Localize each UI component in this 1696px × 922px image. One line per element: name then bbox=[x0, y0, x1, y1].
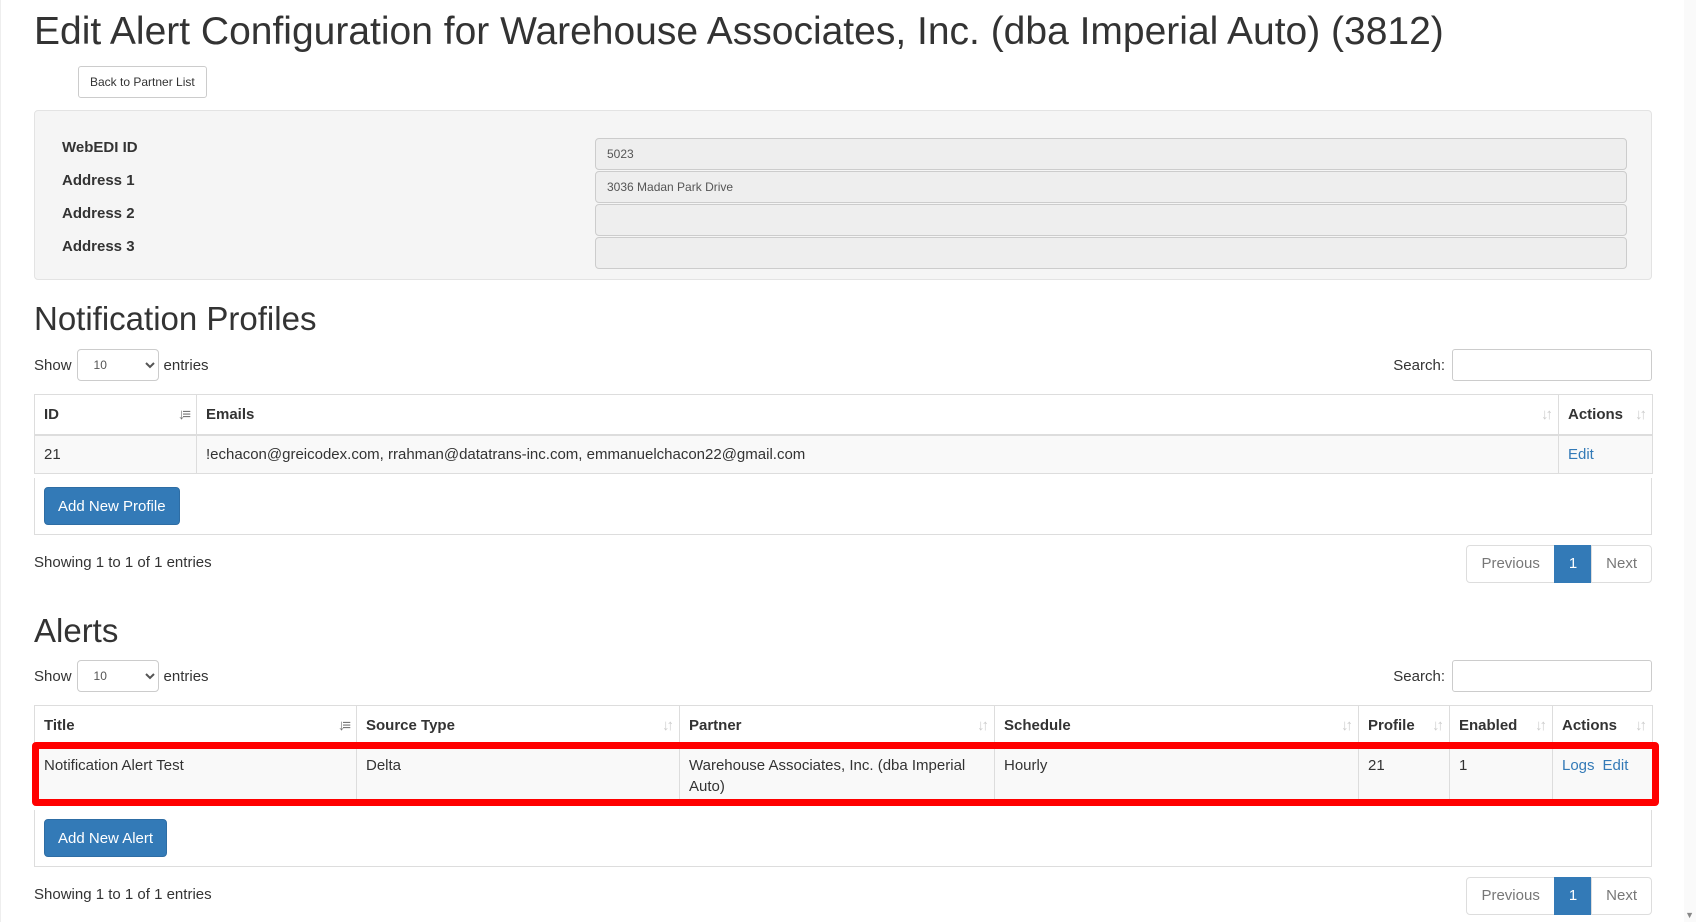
profiles-heading: Notification Profiles bbox=[34, 300, 317, 337]
sort-amount-down-icon: ↓≡ bbox=[177, 406, 191, 423]
sort-both-icon: ↓↑ bbox=[1341, 717, 1353, 734]
alerts-heading: Alerts bbox=[34, 612, 119, 649]
edit-alert-link[interactable]: Edit bbox=[1603, 757, 1629, 774]
table-row: 21 !echacon@greicodex.com, rrahman@datat… bbox=[34, 434, 1653, 474]
add-new-profile-button[interactable]: Add New Profile bbox=[44, 487, 180, 525]
sort-both-icon: ↓↑ bbox=[1432, 717, 1444, 734]
back-to-partner-list-button[interactable]: Back to Partner List bbox=[78, 66, 207, 98]
column-header-profile[interactable]: Profile ↓↑ bbox=[1358, 705, 1450, 747]
profiles-next-button[interactable]: Next bbox=[1591, 545, 1652, 583]
alerts-show-label: Show bbox=[34, 667, 72, 685]
profiles-table-info: Showing 1 to 1 of 1 entries bbox=[34, 554, 212, 571]
page-title: Edit Alert Configuration for Warehouse A… bbox=[34, 10, 1444, 53]
alerts-search: Search: bbox=[1393, 660, 1652, 692]
alerts-pagination: Previous 1 Next bbox=[1466, 877, 1652, 915]
alerts-table-info: Showing 1 to 1 of 1 entries bbox=[34, 886, 212, 903]
alerts-table: Title ↓≡ Source Type ↓↑ Partner ↓↑ Schedule… bbox=[34, 705, 1653, 806]
profiles-page-length-select[interactable]: 10 bbox=[76, 349, 159, 381]
alerts-entries-label: entries bbox=[163, 667, 209, 685]
profile-actions-cell: Edit bbox=[1558, 434, 1653, 474]
alert-enabled-cell: 1 bbox=[1449, 745, 1553, 806]
sort-both-icon: ↓↑ bbox=[662, 717, 674, 734]
profile-id-cell: 21 bbox=[34, 434, 197, 474]
profiles-search-input[interactable] bbox=[1452, 349, 1652, 381]
alert-title-cell: Notification Alert Test bbox=[34, 745, 357, 806]
sort-both-icon: ↓↑ bbox=[1535, 717, 1547, 734]
alert-schedule-cell: Hourly bbox=[994, 745, 1359, 806]
profiles-length-control: Show 10 entries bbox=[34, 349, 209, 381]
column-header-title[interactable]: Title ↓≡ bbox=[34, 705, 357, 747]
sort-both-icon: ↓↑ bbox=[977, 717, 989, 734]
alerts-page-length-select[interactable]: 10 bbox=[76, 660, 159, 692]
profile-emails-cell: !echacon@greicodex.com, rrahman@datatran… bbox=[196, 434, 1559, 474]
alerts-search-input[interactable] bbox=[1452, 660, 1652, 692]
address3-field bbox=[595, 237, 1627, 269]
column-header-source-type[interactable]: Source Type ↓↑ bbox=[356, 705, 680, 747]
add-new-alert-button[interactable]: Add New Alert bbox=[44, 819, 168, 857]
vertical-scrollbar[interactable]: ▼ bbox=[1684, 0, 1696, 922]
address2-field bbox=[595, 204, 1627, 236]
alerts-length-control: Show 10 entries bbox=[34, 660, 209, 692]
column-header-actions[interactable]: Actions ↓↑ bbox=[1558, 394, 1653, 436]
profiles-pagination: Previous 1 Next bbox=[1466, 545, 1652, 583]
address1-label: Address 1 bbox=[62, 172, 135, 189]
profiles-search-label: Search: bbox=[1393, 356, 1445, 374]
partner-info-panel: WebEDI ID 5023 Address 1 3036 Madan Park… bbox=[34, 110, 1652, 280]
scroll-down-arrow-icon[interactable]: ▼ bbox=[1685, 910, 1694, 920]
profiles-show-label: Show bbox=[34, 356, 72, 374]
column-header-actions[interactable]: Actions ↓↑ bbox=[1552, 705, 1653, 747]
column-header-partner[interactable]: Partner ↓↑ bbox=[679, 705, 995, 747]
sort-both-icon: ↓↑ bbox=[1635, 406, 1647, 423]
column-header-schedule[interactable]: Schedule ↓↑ bbox=[994, 705, 1359, 747]
sort-amount-down-icon: ↓≡ bbox=[337, 717, 351, 734]
alerts-add-row: Add New Alert bbox=[34, 810, 1652, 867]
page-edge bbox=[0, 0, 1, 922]
profiles-search: Search: bbox=[1393, 349, 1652, 381]
alerts-next-button[interactable]: Next bbox=[1591, 877, 1652, 915]
alert-partner-cell: Warehouse Associates, Inc. (dba Imperial… bbox=[679, 745, 995, 806]
profiles-previous-button[interactable]: Previous bbox=[1466, 545, 1555, 583]
edit-profile-link[interactable]: Edit bbox=[1568, 446, 1594, 463]
column-header-id[interactable]: ID ↓≡ bbox=[34, 394, 197, 436]
profiles-add-row: Add New Profile bbox=[34, 478, 1652, 535]
alert-logs-link[interactable]: Logs bbox=[1562, 757, 1595, 774]
alerts-search-label: Search: bbox=[1393, 667, 1445, 685]
profiles-page-1-button[interactable]: 1 bbox=[1553, 545, 1593, 583]
address1-field: 3036 Madan Park Drive bbox=[595, 171, 1627, 203]
column-header-enabled[interactable]: Enabled ↓↑ bbox=[1449, 705, 1553, 747]
alerts-page-1-button[interactable]: 1 bbox=[1553, 877, 1593, 915]
webedi-id-field: 5023 bbox=[595, 138, 1627, 170]
column-header-emails[interactable]: Emails ↓↑ bbox=[196, 394, 1559, 436]
profiles-entries-label: entries bbox=[163, 356, 209, 374]
address2-label: Address 2 bbox=[62, 205, 135, 222]
alert-source-type-cell: Delta bbox=[356, 745, 680, 806]
sort-both-icon: ↓↑ bbox=[1635, 717, 1647, 734]
sort-both-icon: ↓↑ bbox=[1541, 406, 1553, 423]
table-row: Notification Alert Test Delta Warehouse … bbox=[34, 745, 1653, 806]
alerts-previous-button[interactable]: Previous bbox=[1466, 877, 1555, 915]
webedi-id-label: WebEDI ID bbox=[62, 139, 138, 156]
alert-actions-cell: Logs Edit bbox=[1552, 745, 1653, 806]
profiles-table: ID ↓≡ Emails ↓↑ Actions ↓↑ 21 !echacon@grei… bbox=[34, 394, 1653, 474]
address3-label: Address 3 bbox=[62, 238, 135, 255]
alert-profile-cell: 21 bbox=[1358, 745, 1450, 806]
